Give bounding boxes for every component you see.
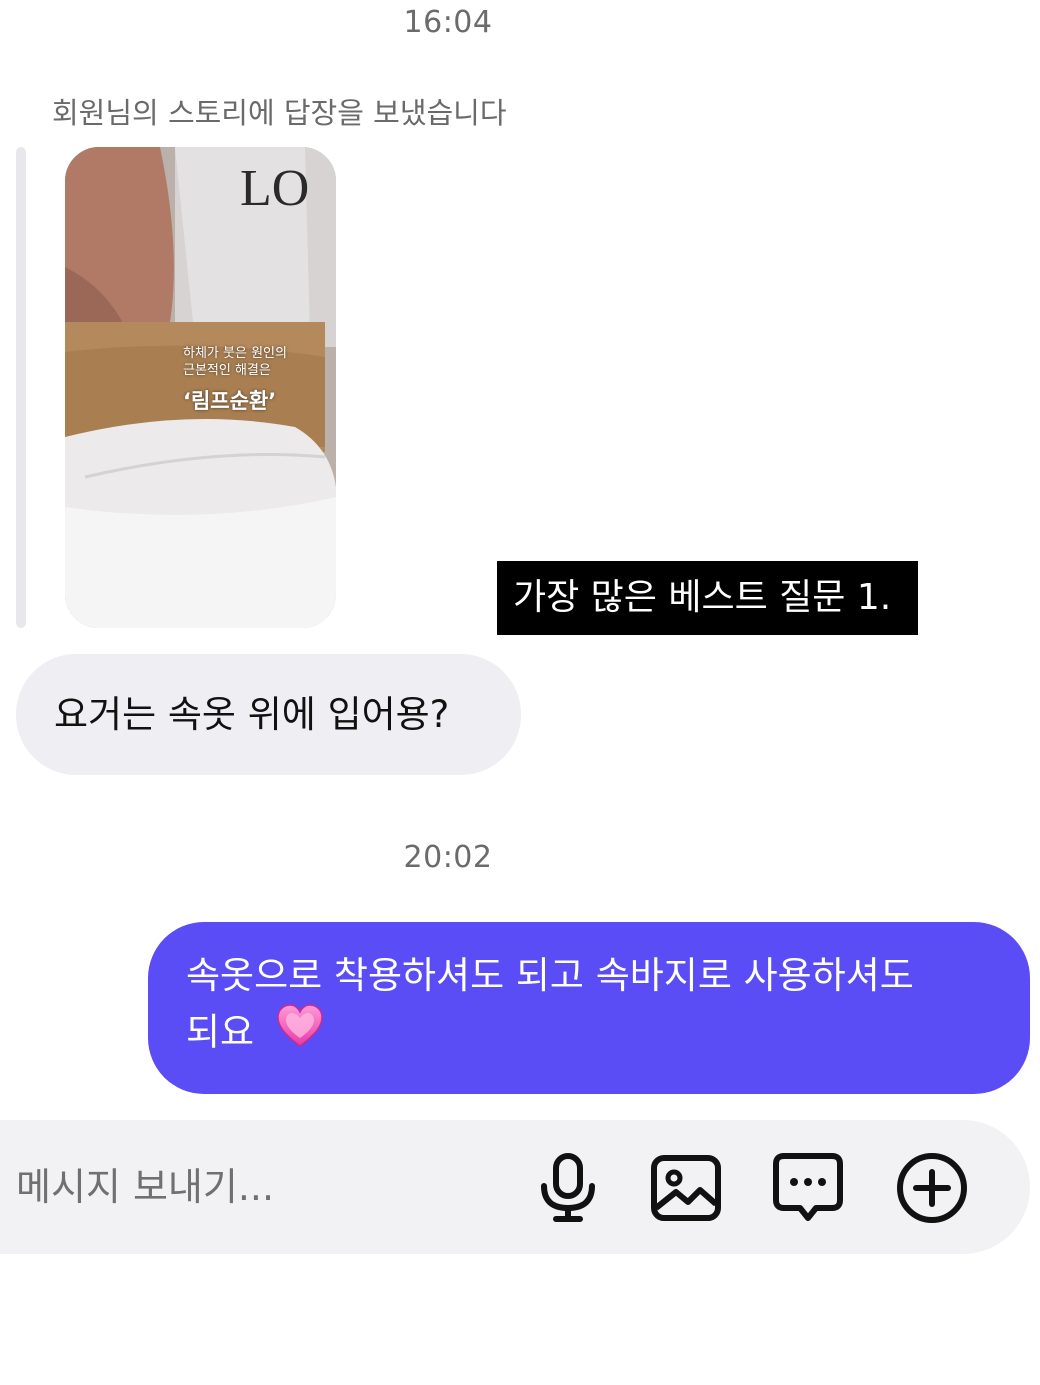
- overlay-caption: 가장 많은 베스트 질문 1.: [497, 561, 918, 635]
- story-caption-line-2: 근본적인 해결은: [183, 363, 271, 378]
- chat-bubble-icon[interactable]: [770, 1150, 846, 1226]
- image-icon[interactable]: [648, 1150, 724, 1226]
- plus-circle-icon[interactable]: [894, 1150, 970, 1226]
- story-reply-note: 회원님의 스토리에 답장을 보냈습니다: [52, 96, 507, 130]
- timestamp-top: 16:04: [403, 5, 493, 40]
- incoming-message-text: 요거는 속옷 위에 입어용?: [54, 693, 450, 736]
- story-caption: 하체가 붓은 원인의 근본적인 해결은: [183, 345, 287, 379]
- message-composer: 메시지 보내기...: [0, 1120, 1030, 1254]
- outgoing-message-bubble[interactable]: 속옷으로 착용하셔도 되고 속바지로 사용하셔도 되요: [148, 922, 1030, 1094]
- incoming-message-bubble[interactable]: 요거는 속옷 위에 입어용?: [16, 654, 521, 775]
- outgoing-message-line-2: 되요: [186, 1004, 994, 1064]
- story-thumbnail[interactable]: LO 하체가 붓은 원인의 근본적인 해결은 ‘림프순환’: [65, 147, 336, 628]
- microphone-icon[interactable]: [530, 1150, 606, 1226]
- heart-emoji: [276, 1004, 324, 1064]
- story-caption-line-1: 하체가 붓은 원인의: [183, 346, 287, 361]
- brand-mark: LO: [240, 160, 309, 217]
- outgoing-message-line-1: 속옷으로 착용하셔도 되고 속바지로 사용하셔도: [186, 954, 914, 997]
- story-headline: ‘림프순환’: [183, 389, 277, 413]
- message-input[interactable]: 메시지 보내기...: [16, 1120, 274, 1254]
- timestamp-second: 20:02: [403, 840, 493, 875]
- outgoing-message-line-2-text: 되요: [186, 1010, 255, 1054]
- story-reply-bar: [16, 147, 26, 628]
